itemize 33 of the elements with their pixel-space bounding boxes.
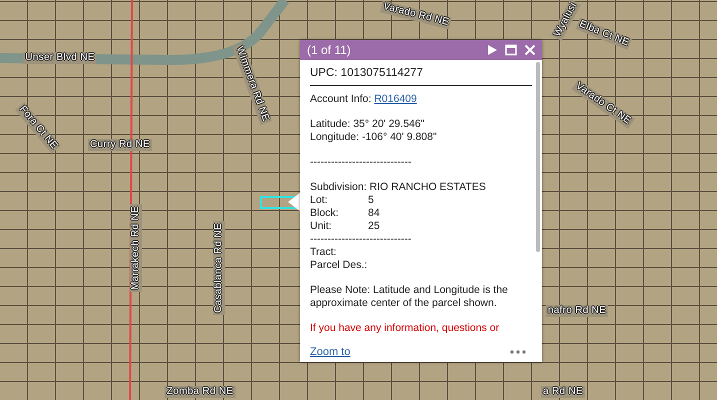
popup-title: (1 of 11) [307,43,352,57]
longitude-text: Longitude: -106° 40' 9.808" [310,131,438,144]
tract-label: Tract: [310,246,338,259]
maximize-icon[interactable] [505,44,517,56]
scrollbar[interactable] [536,62,540,252]
close-icon[interactable] [524,44,536,56]
warning-text: If you have any information, questions or [310,322,500,335]
field-value: 5 [368,194,374,207]
separator-text: ----------------------------- [310,233,412,246]
road-label: Zomba Rd NE [164,386,236,398]
road-label: Curry Rd NE [88,139,152,151]
separator-text: ----------------------------- [310,156,412,169]
latitude-text: Latitude: 35° 20' 29.546" [310,118,426,131]
field-label: Lot: [310,194,329,207]
more-options-icon[interactable] [510,350,526,354]
subdivision-text: Subdivision: RIO RANCHO ESTATES [310,181,487,194]
field-label: Block: [310,207,340,220]
road-label: a Rd NE [541,386,585,398]
field-label: Unit: [310,220,333,233]
zoom-to-link[interactable]: Zoom to [310,346,350,358]
note-text: Please Note: Latitude and Longitude is the approximate center of the parcel shown. [310,284,509,310]
account-label: Account Info: [310,93,372,105]
upc-text: UPC: 1013075114277 [310,67,424,79]
play-icon[interactable] [486,44,498,56]
selected-parcel-outline [260,196,296,209]
field-value: 25 [368,220,380,233]
road-label: nafro Rd NE [546,305,608,317]
road-label: Marrakech Rd NE [130,204,142,292]
road-label: Casablanca Rd NE [213,221,225,315]
parcel-description-label: Parcel Des.: [310,259,368,272]
account-link[interactable]: R016409 [374,93,417,105]
field-value: 84 [368,207,380,220]
road-label: Unser Blvd NE [23,52,97,64]
